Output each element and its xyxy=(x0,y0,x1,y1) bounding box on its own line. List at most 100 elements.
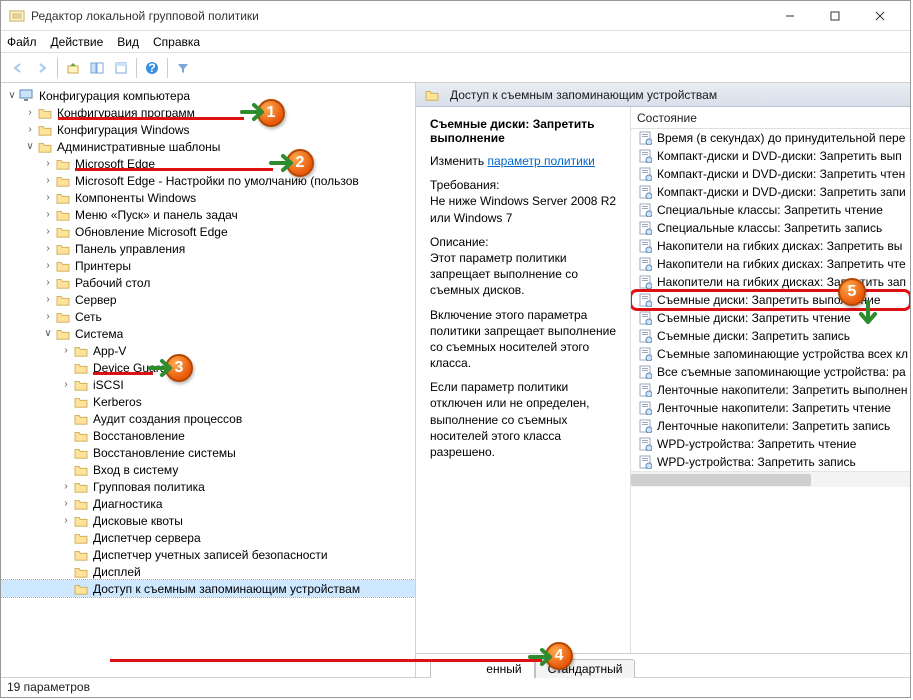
highlight-line xyxy=(58,117,244,120)
forward-button[interactable] xyxy=(31,57,53,79)
list-item[interactable]: Ленточные накопители: Запретить выполнен xyxy=(631,381,910,399)
app-icon xyxy=(9,8,25,24)
policy-icon xyxy=(637,149,653,163)
tree-node[interactable]: ›Microsoft Edge - Настройки по умолчанию… xyxy=(1,172,415,189)
policy-icon xyxy=(637,185,653,199)
list-item[interactable]: Специальные классы: Запретить чтение xyxy=(631,201,910,219)
menu-help[interactable]: Справка xyxy=(153,35,200,49)
folder-icon xyxy=(73,361,89,375)
list-item[interactable]: Все съемные запоминающие устройства: ра xyxy=(631,363,910,381)
policy-icon xyxy=(637,311,653,325)
tree-node-admin-templates[interactable]: ∨Административные шаблоны xyxy=(1,138,415,155)
tree-node[interactable]: ›Меню «Пуск» и панель задач xyxy=(1,206,415,223)
tree-node[interactable]: ›Групповая политика xyxy=(1,478,415,495)
menu-view[interactable]: Вид xyxy=(117,35,139,49)
tree-node[interactable]: Диспетчер сервера xyxy=(1,529,415,546)
folder-icon xyxy=(55,259,71,273)
close-button[interactable] xyxy=(857,2,902,30)
tree-node[interactable]: Дисплей xyxy=(1,563,415,580)
policy-icon xyxy=(637,257,653,271)
tree-node[interactable]: ›Рабочий стол xyxy=(1,274,415,291)
folder-icon xyxy=(73,378,89,392)
folder-icon xyxy=(73,429,89,443)
list-item[interactable]: Специальные классы: Запретить запись xyxy=(631,219,910,237)
up-button[interactable] xyxy=(62,57,84,79)
folder-icon xyxy=(73,463,89,477)
show-hide-button[interactable] xyxy=(86,57,108,79)
tree-node[interactable]: ›Дисковые квоты xyxy=(1,512,415,529)
tree-node[interactable]: Аудит создания процессов xyxy=(1,410,415,427)
tree-node[interactable]: Kerberos xyxy=(1,393,415,410)
menubar: Файл Действие Вид Справка xyxy=(1,31,910,53)
highlight-line xyxy=(110,659,542,662)
tree-node[interactable]: ›iSCSI xyxy=(1,376,415,393)
scroll-thumb[interactable] xyxy=(631,474,811,486)
list-item[interactable]: Компакт-диски и DVD-диски: Запретить зап… xyxy=(631,183,910,201)
tree-node[interactable]: ∨Система xyxy=(1,325,415,342)
tabs: Расширенный Стандартный xyxy=(416,653,910,677)
list-item[interactable]: Накопители на гибких дисках: Запретить з… xyxy=(631,273,910,291)
right-header: Доступ к съемным запоминающим устройства… xyxy=(416,83,910,107)
highlight-line xyxy=(93,372,153,375)
arrow-icon xyxy=(148,356,178,380)
tree-node[interactable]: ›Сеть xyxy=(1,308,415,325)
folder-icon xyxy=(424,88,440,102)
list-item[interactable]: WPD-устройства: Запретить чтение xyxy=(631,435,910,453)
tree-pane[interactable]: ∨Конфигурация компьютера ›Конфигурация п… xyxy=(1,83,416,677)
minimize-button[interactable] xyxy=(767,2,812,30)
maximize-button[interactable] xyxy=(812,2,857,30)
description-pane: Съемные диски: Запретить выполнение Изме… xyxy=(416,107,631,653)
svg-text:?: ? xyxy=(148,61,155,75)
list-item[interactable]: WPD-устройства: Запретить запись xyxy=(631,453,910,471)
folder-icon xyxy=(55,327,71,341)
policy-list[interactable]: Состояние Время (в секундах) до принудит… xyxy=(631,107,910,653)
back-button[interactable] xyxy=(7,57,29,79)
folder-icon xyxy=(37,123,53,137)
tree-node[interactable]: Доступ к съемным запоминающим устройства… xyxy=(1,580,415,597)
tree-node[interactable]: ›Обновление Microsoft Edge xyxy=(1,223,415,240)
tree-node[interactable]: ›Диагностика xyxy=(1,495,415,512)
tree-node[interactable]: Восстановление системы xyxy=(1,444,415,461)
folder-icon xyxy=(73,395,89,409)
tree-node[interactable]: ›Принтеры xyxy=(1,257,415,274)
policy-icon xyxy=(637,419,653,433)
tree-node[interactable]: ›Компоненты Windows xyxy=(1,189,415,206)
tree-node[interactable]: ›Конфигурация Windows xyxy=(1,121,415,138)
tree-node[interactable]: Восстановление xyxy=(1,427,415,444)
policy-icon xyxy=(637,221,653,235)
titlebar: Редактор локальной групповой политики xyxy=(1,1,910,31)
list-item[interactable]: Компакт-диски и DVD-диски: Запретить чте… xyxy=(631,165,910,183)
list-item[interactable]: Накопители на гибких дисках: Запретить в… xyxy=(631,237,910,255)
arrow-icon xyxy=(528,645,558,669)
filter-button[interactable] xyxy=(172,57,194,79)
folder-icon xyxy=(55,174,71,188)
tree-node[interactable]: ›Сервер xyxy=(1,291,415,308)
list-item[interactable]: Накопители на гибких дисках: Запретить ч… xyxy=(631,255,910,273)
highlight-line xyxy=(75,168,273,171)
tree-node[interactable]: Диспетчер учетных записей безопасности xyxy=(1,546,415,563)
tree-node[interactable]: Device Guard xyxy=(1,359,415,376)
edit-policy-link[interactable]: параметр политики xyxy=(487,154,594,168)
help-button[interactable]: ? xyxy=(141,57,163,79)
client-area: ∨Конфигурация компьютера ›Конфигурация п… xyxy=(1,83,910,677)
list-item[interactable]: Ленточные накопители: Запретить чтение xyxy=(631,399,910,417)
folder-icon xyxy=(55,208,71,222)
list-item[interactable]: Время (в секундах) до принудительной пер… xyxy=(631,129,910,147)
tree-node[interactable]: ›Панель управления xyxy=(1,240,415,257)
folder-icon xyxy=(55,157,71,171)
list-header[interactable]: Состояние xyxy=(631,107,910,129)
policy-icon xyxy=(637,293,653,307)
arrow-icon xyxy=(269,151,299,175)
menu-file[interactable]: Файл xyxy=(7,35,37,49)
horizontal-scrollbar[interactable] xyxy=(631,471,910,487)
tree-root-computer[interactable]: ∨Конфигурация компьютера xyxy=(1,87,415,104)
tree-node[interactable]: Вход в систему xyxy=(1,461,415,478)
folder-icon xyxy=(73,412,89,426)
list-item[interactable]: Компакт-диски и DVD-диски: Запретить вып xyxy=(631,147,910,165)
policy-title: Съемные диски: Запретить выполнение xyxy=(430,117,594,145)
list-item[interactable]: Съемные запоминающие устройства всех кл xyxy=(631,345,910,363)
properties-button[interactable] xyxy=(110,57,132,79)
list-item[interactable]: Ленточные накопители: Запретить запись xyxy=(631,417,910,435)
menu-action[interactable]: Действие xyxy=(51,35,104,49)
tree-node[interactable]: ›App-V xyxy=(1,342,415,359)
